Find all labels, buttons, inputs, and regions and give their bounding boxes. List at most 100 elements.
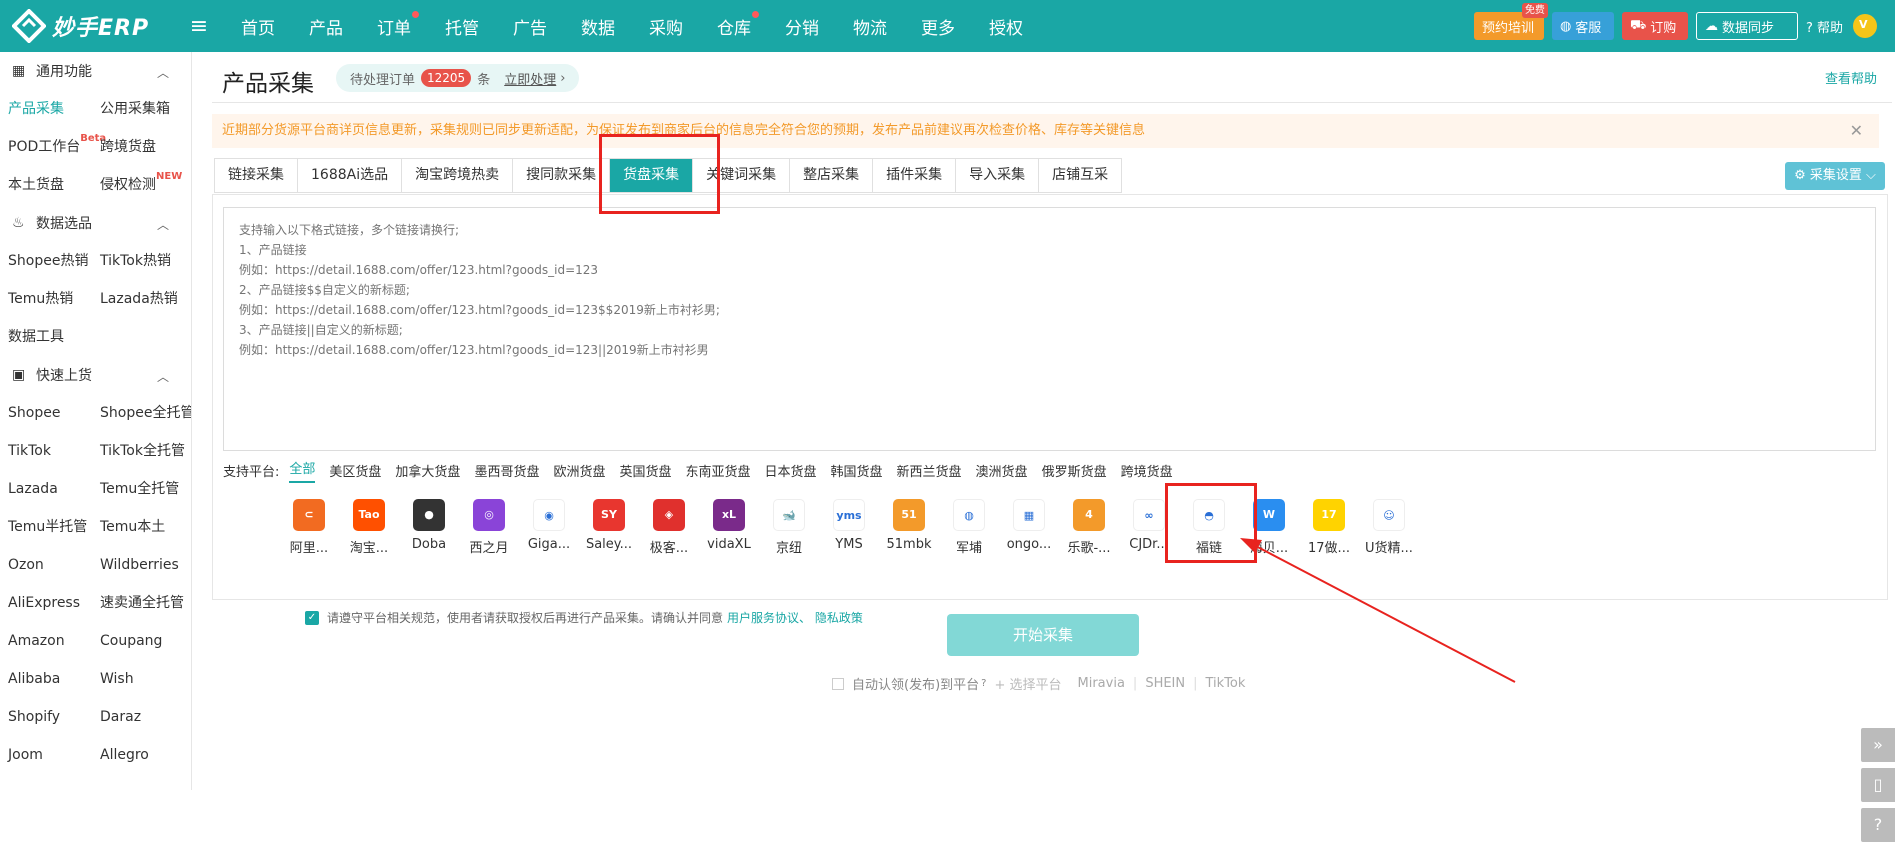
nav-item[interactable]: 广告 bbox=[496, 14, 564, 39]
sidebar-section-header[interactable]: ▦ 通用功能 ︿ bbox=[0, 52, 191, 90]
sidebar-item[interactable]: 产品采集 bbox=[0, 90, 92, 128]
customer-service-button[interactable]: ◍ 客服 bbox=[1551, 12, 1614, 40]
question-icon[interactable]: ? bbox=[1861, 808, 1895, 842]
platform-item[interactable]: 4 乐歌-... bbox=[1059, 499, 1119, 556]
agreement-link[interactable]: 用户服务协议、 隐私政策 bbox=[727, 609, 863, 626]
sidebar-item[interactable]: Temu本土 bbox=[92, 508, 191, 546]
mobile-icon[interactable]: ▯ bbox=[1861, 768, 1895, 802]
nav-item[interactable]: 仓库 bbox=[700, 10, 768, 39]
sidebar-item[interactable]: Wildberries bbox=[92, 546, 191, 584]
sidebar-item[interactable]: POD工作台 Beta bbox=[0, 128, 106, 166]
platform-item[interactable]: ◉ Giga... bbox=[519, 499, 579, 556]
platform-item[interactable]: 51 51mbk bbox=[879, 499, 939, 556]
sidebar-section-header[interactable]: ♨ 数据选品 ︿ bbox=[0, 204, 191, 242]
region-filter-item[interactable]: 美区货盘 bbox=[329, 461, 381, 480]
region-filter-item[interactable]: 全部 bbox=[289, 458, 316, 483]
select-platform-link[interactable]: + 选择平台 bbox=[994, 674, 1061, 693]
nav-item[interactable]: 更多 bbox=[904, 14, 972, 39]
collect-settings-button[interactable]: ⚙ 采集设置 ⌵ bbox=[1785, 162, 1885, 190]
region-filter-item[interactable]: 俄罗斯货盘 bbox=[1042, 461, 1107, 480]
close-icon[interactable]: ✕ bbox=[1850, 114, 1863, 148]
sidebar-item[interactable]: Alibaba bbox=[0, 660, 92, 698]
auto-claim-checkbox[interactable] bbox=[832, 677, 844, 690]
sidebar-item[interactable]: Shopee热销 bbox=[0, 242, 92, 280]
sidebar-item[interactable]: Lazada热销 bbox=[92, 280, 191, 318]
region-filter-item[interactable]: 跨境货盘 bbox=[1121, 461, 1173, 480]
auto-platform-option[interactable]: SHEIN bbox=[1145, 676, 1185, 691]
platform-item[interactable]: SY Saley... bbox=[579, 499, 639, 556]
subscribe-button[interactable]: ⛟ 订购 bbox=[1621, 12, 1688, 40]
sidebar-item[interactable]: 本土货盘 bbox=[0, 166, 92, 204]
region-filter-item[interactable]: 东南亚货盘 bbox=[685, 461, 750, 480]
tab[interactable]: 店铺互采 bbox=[1039, 159, 1121, 192]
training-button[interactable]: 预约培训 免费 bbox=[1473, 3, 1548, 40]
sidebar-item[interactable]: Temu半托管 bbox=[0, 508, 92, 546]
region-filter-item[interactable]: 新西兰货盘 bbox=[897, 461, 962, 480]
platform-item[interactable]: ▦ ongo... bbox=[999, 499, 1059, 556]
platform-item[interactable]: ☺ U货精... bbox=[1359, 499, 1419, 556]
tab[interactable]: 链接采集 bbox=[215, 159, 298, 192]
sidebar-item[interactable]: 速卖通全托管 bbox=[92, 584, 191, 622]
sidebar-item[interactable]: AliExpress bbox=[0, 584, 92, 622]
agree-checkbox[interactable]: ✓ bbox=[305, 610, 319, 625]
expand-icon[interactable]: » bbox=[1861, 728, 1895, 762]
region-filter-item[interactable]: 欧洲货盘 bbox=[553, 461, 605, 480]
nav-item[interactable]: 订单 bbox=[360, 10, 428, 39]
start-collect-button[interactable]: 开始采集 bbox=[947, 614, 1139, 656]
tab[interactable]: 1688Ai选品 bbox=[298, 159, 403, 192]
platform-item[interactable]: ⊂ 阿里... bbox=[279, 499, 339, 556]
region-filter-item[interactable]: 墨西哥货盘 bbox=[474, 461, 539, 480]
auto-platform-option[interactable]: Miravia bbox=[1078, 676, 1125, 691]
nav-item[interactable]: 授权 bbox=[972, 14, 1040, 39]
sidebar-item[interactable]: TikTok热销 bbox=[92, 242, 191, 280]
sidebar-item[interactable]: Temu热销 bbox=[0, 280, 92, 318]
platform-item[interactable]: Tao 淘宝... bbox=[339, 499, 399, 556]
sidebar-item[interactable]: Shopee全托管 bbox=[92, 394, 191, 432]
region-filter-item[interactable]: 澳洲货盘 bbox=[976, 461, 1028, 480]
sidebar-item[interactable]: Temu全托管 bbox=[92, 470, 191, 508]
tab[interactable]: 插件采集 bbox=[873, 159, 957, 192]
sidebar-item[interactable]: TikTok bbox=[0, 432, 92, 470]
sidebar-item[interactable]: Lazada bbox=[0, 470, 92, 508]
sidebar-item[interactable]: 侵权检测 NEW bbox=[92, 166, 191, 204]
logo[interactable]: 妙手ERP bbox=[0, 0, 200, 52]
sidebar-item[interactable]: Wish bbox=[92, 660, 191, 698]
sidebar-item[interactable]: Joom bbox=[0, 736, 92, 774]
platform-item[interactable]: 🐋 京纽 bbox=[759, 499, 819, 556]
sidebar-item[interactable]: 公用采集箱 bbox=[92, 90, 191, 128]
tab[interactable]: 整店采集 bbox=[790, 159, 874, 192]
platform-item[interactable]: ● Doba bbox=[399, 499, 459, 556]
nav-item[interactable]: 采购 bbox=[632, 14, 700, 39]
platform-item[interactable]: ◍ 军埔 bbox=[939, 499, 999, 556]
sidebar-item[interactable]: Allegro bbox=[92, 736, 191, 774]
region-filter-item[interactable]: 英国货盘 bbox=[619, 461, 671, 480]
sidebar-section-header[interactable]: ▣ 快速上货 ︿ bbox=[0, 356, 191, 394]
platform-item[interactable]: xL vidaXL bbox=[699, 499, 759, 556]
sidebar-item[interactable]: Coupang bbox=[92, 622, 191, 660]
help-link[interactable]: ? 帮助 bbox=[1806, 17, 1843, 36]
platform-item[interactable]: yms YMS bbox=[819, 499, 879, 556]
menu-toggle-icon[interactable]: ≡ bbox=[184, 14, 214, 39]
nav-item[interactable]: 物流 bbox=[836, 14, 904, 39]
platform-item[interactable]: 17 17做... bbox=[1299, 499, 1359, 556]
nav-item[interactable]: 托管 bbox=[428, 14, 496, 39]
region-filter-item[interactable]: 日本货盘 bbox=[765, 461, 817, 480]
data-sync-button[interactable]: ☁ 数据同步 bbox=[1695, 12, 1798, 40]
process-now-link[interactable]: 立即处理 bbox=[504, 69, 556, 88]
link-input[interactable] bbox=[223, 207, 1876, 451]
sidebar-item[interactable]: Daraz bbox=[92, 698, 191, 736]
sidebar-item[interactable]: Amazon bbox=[0, 622, 92, 660]
sidebar-item[interactable]: 数据工具 bbox=[0, 318, 92, 356]
nav-item[interactable]: 分销 bbox=[768, 14, 836, 39]
platform-item[interactable]: ◈ 极客... bbox=[639, 499, 699, 556]
tab[interactable]: 搜同款采集 bbox=[513, 159, 611, 192]
nav-item[interactable]: 首页 bbox=[224, 14, 292, 39]
sidebar-item[interactable]: Ozon bbox=[0, 546, 92, 584]
view-help-link[interactable]: 查看帮助 bbox=[1825, 68, 1877, 87]
sidebar-item[interactable]: Shopee bbox=[0, 394, 92, 432]
region-filter-item[interactable]: 韩国货盘 bbox=[831, 461, 883, 480]
sidebar-item[interactable]: TikTok全托管 bbox=[92, 432, 191, 470]
tab[interactable]: 淘宝跨境热卖 bbox=[402, 159, 514, 192]
nav-item[interactable]: 产品 bbox=[292, 14, 360, 39]
auto-platform-option[interactable]: TikTok bbox=[1206, 676, 1246, 691]
